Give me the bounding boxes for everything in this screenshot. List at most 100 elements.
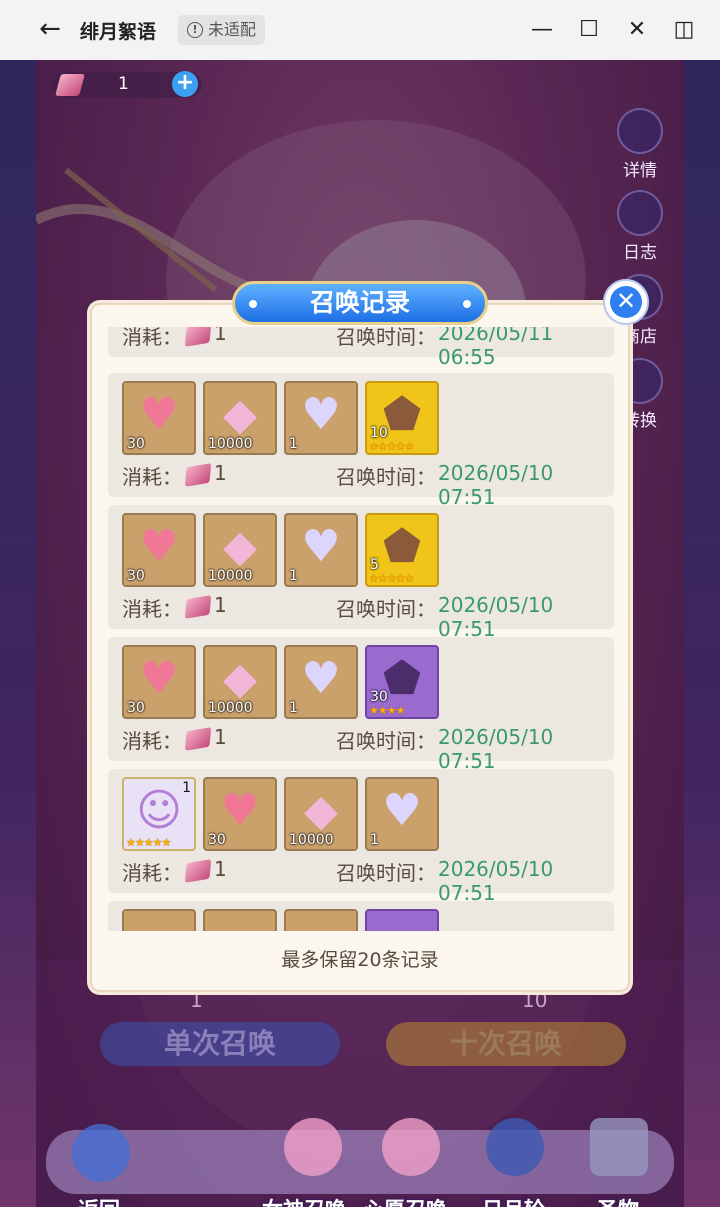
- crystal-heart-item[interactable]: ♥ 1: [284, 513, 358, 587]
- bottom-nav: [46, 1130, 674, 1194]
- gold-shard-item[interactable]: ⬟ 10 ★★★★★: [365, 381, 439, 455]
- heart-item[interactable]: [122, 909, 196, 931]
- time-value: 2026/05/10 07:51: [438, 725, 554, 773]
- details-button[interactable]: 详情: [610, 108, 670, 181]
- summon-currency: 1 +: [52, 71, 202, 98]
- nav-wish-summon[interactable]: 心愿召唤: [363, 1194, 447, 1207]
- heart-item[interactable]: ♥ 30: [203, 777, 277, 851]
- heart-item[interactable]: ♥ 30: [122, 645, 196, 719]
- nav-goddess-summon[interactable]: 女神召唤: [262, 1194, 346, 1207]
- window-titlebar: ← 绯月絮语 ! 未适配 — ☐ ✕ ◫: [0, 0, 720, 60]
- star-rating: ★★★★: [369, 704, 405, 717]
- maximize-icon[interactable]: ☐: [575, 16, 603, 44]
- relic-icon: [590, 1118, 648, 1176]
- record-footer: 消耗： 1 召唤时间： 2026/05/11 06:55: [122, 327, 602, 369]
- currency-count: 1: [118, 74, 129, 94]
- back-icon: [72, 1124, 130, 1182]
- compat-badge-label: 未适配: [208, 20, 257, 39]
- compat-badge[interactable]: ! 未适配: [178, 15, 266, 45]
- item-qty: 10000: [208, 568, 253, 584]
- gem-icon: [55, 74, 85, 96]
- item-qty: 1: [370, 832, 379, 848]
- cost-label: 消耗：: [122, 729, 182, 753]
- record-items: ♥ 30 ◆ 10000 ♥ 1 ⬟ 30 ★★★★: [122, 645, 439, 721]
- goddess-icon: [284, 1118, 342, 1176]
- item-qty: 30: [127, 700, 145, 716]
- arrow-left-icon[interactable]: ←: [36, 16, 64, 44]
- record-list[interactable]: 消耗： 1 召唤时间： 2026/05/11 06:55 ♥ 30 ◆ 10000 …: [108, 327, 614, 931]
- close-icon[interactable]: ✕: [623, 16, 651, 44]
- record-row: ☺ 1 ★★★★★ ♥ 30 ◆ 10000 ♥ 1 消耗： 1 召唤时间： 2026/0…: [108, 769, 614, 905]
- exp-crystal-item[interactable]: ◆ 10000: [284, 777, 358, 851]
- gem-icon: [184, 327, 212, 347]
- record-items: [122, 909, 439, 931]
- cost-label: 消耗：: [122, 327, 182, 349]
- gold-shard-item[interactable]: ⬟ 5 ★★★★★: [365, 513, 439, 587]
- compass-icon: [486, 1118, 544, 1176]
- nav-sun-moon[interactable]: 日月轮: [482, 1194, 545, 1207]
- item-qty: 10000: [208, 700, 253, 716]
- item-qty: 30: [127, 436, 145, 452]
- crystal-heart-item[interactable]: ♥ 1: [365, 777, 439, 851]
- modal-close-button[interactable]: ✕: [603, 279, 649, 325]
- item-qty: 10000: [208, 436, 253, 452]
- window-title: 绯月絮语: [80, 21, 157, 43]
- item-qty: 10000: [289, 832, 334, 848]
- purple-shard-item[interactable]: [365, 909, 439, 931]
- heart-item[interactable]: ♥ 30: [122, 513, 196, 587]
- purple-shard-item[interactable]: ⬟ 30 ★★★★: [365, 645, 439, 719]
- item-qty: 30: [370, 689, 388, 705]
- magnifier-icon: [617, 108, 663, 154]
- item-qty: 1: [182, 780, 191, 796]
- record-footer: 消耗： 1 召唤时间： 2026/05/10 07:51: [122, 725, 602, 773]
- cost-value: 1: [214, 327, 227, 345]
- item-qty: 1: [289, 700, 298, 716]
- time-value: 2026/05/10 07:51: [438, 461, 554, 509]
- cost-label: 消耗：: [122, 465, 182, 489]
- cost-label: 消耗：: [122, 597, 182, 621]
- item-qty: 5: [370, 557, 379, 573]
- gem-icon: [184, 727, 212, 751]
- cost-value: 1: [214, 593, 227, 617]
- item-qty: 1: [289, 568, 298, 584]
- exp-crystal-item[interactable]: [203, 909, 277, 931]
- ten-summon-button[interactable]: 十次召唤: [386, 1022, 626, 1066]
- exp-crystal-item[interactable]: ◆ 10000: [203, 645, 277, 719]
- time-value: 2026/05/10 07:51: [438, 593, 554, 641]
- log-label: 日志: [623, 243, 657, 263]
- wish-heart-icon: [382, 1118, 440, 1176]
- gem-icon: [184, 595, 212, 619]
- exp-crystal-item[interactable]: ◆ 10000: [203, 513, 277, 587]
- crystal-heart-item[interactable]: ♥ 1: [284, 381, 358, 455]
- portrait-item[interactable]: ☺ 1 ★★★★★: [122, 777, 196, 851]
- star-rating: ★★★★★: [126, 836, 171, 849]
- add-currency-button[interactable]: +: [172, 71, 198, 97]
- star-rating: ★★★★★: [369, 440, 414, 453]
- crystal-heart-item[interactable]: [284, 909, 358, 931]
- crystal-heart-item[interactable]: ♥ 1: [284, 645, 358, 719]
- single-summon-button[interactable]: 单次召唤: [100, 1022, 340, 1066]
- cost-value: 1: [214, 857, 227, 881]
- close-icon: ✕: [610, 286, 642, 318]
- time-value: 2026/05/10 07:51: [438, 857, 554, 905]
- log-button[interactable]: 日志: [610, 190, 670, 263]
- nav-back[interactable]: 返回: [78, 1194, 120, 1207]
- item-qty: 30: [208, 832, 226, 848]
- exp-crystal-item[interactable]: ◆ 10000: [203, 381, 277, 455]
- minimize-icon[interactable]: —: [528, 16, 556, 44]
- cost-value: 1: [214, 461, 227, 485]
- item-qty: 1: [289, 436, 298, 452]
- record-row: [108, 901, 614, 931]
- heart-item[interactable]: ♥ 30: [122, 381, 196, 455]
- item-qty: 10: [370, 425, 388, 441]
- record-row: ♥ 30 ◆ 10000 ♥ 1 ⬟ 5 ★★★★★ 消耗： 1 召唤时间： 2026/0…: [108, 505, 614, 641]
- ten-summon-label: 十次召唤: [449, 1027, 562, 1060]
- sidebar-toggle-icon[interactable]: ◫: [670, 16, 698, 44]
- time-value: 2026/05/11 06:55: [438, 327, 554, 369]
- record-footer: 消耗： 1 召唤时间： 2026/05/10 07:51: [122, 857, 602, 905]
- gem-icon: [184, 463, 212, 487]
- time-label: 召唤时间：: [336, 327, 436, 349]
- record-row: 消耗： 1 召唤时间： 2026/05/11 06:55: [108, 327, 614, 369]
- star-rating: ★★★★★: [369, 572, 414, 585]
- nav-relic[interactable]: 圣物: [597, 1194, 639, 1207]
